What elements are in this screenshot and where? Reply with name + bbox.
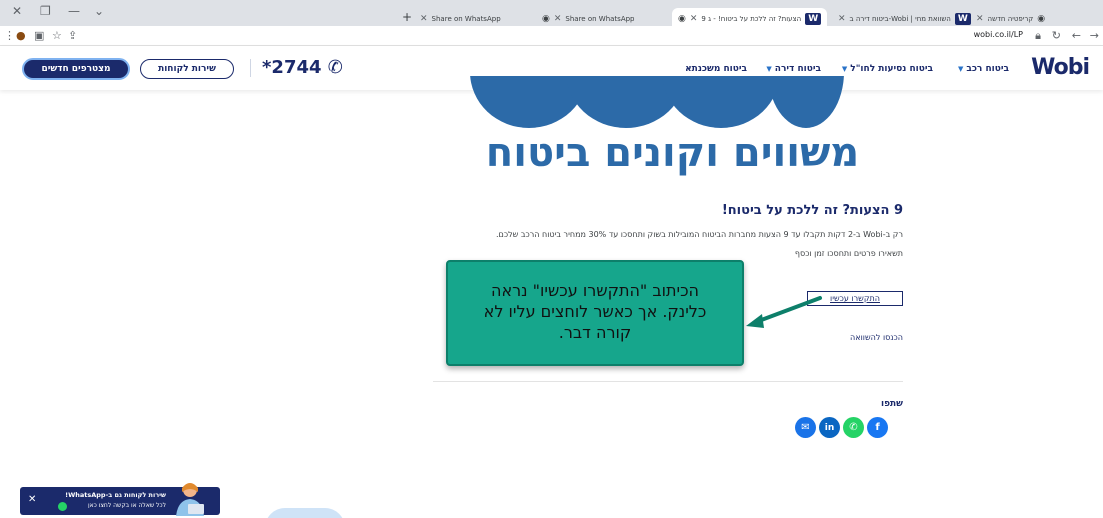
audio-icon: ◉ [678, 14, 686, 24]
close-icon[interactable]: ✕ [28, 494, 36, 505]
annotation-callout: הכיתוב "התקשרו עכשיו" נראה כלינק. אך כאש… [446, 260, 744, 366]
avatar[interactable]: ● [16, 29, 26, 42]
tab-close-icon[interactable]: ✕ [420, 14, 428, 24]
chevron-down-icon: ▼ [957, 65, 964, 73]
menu-dots-icon[interactable]: ⋮ [4, 29, 15, 42]
phone-icon: ✆ [327, 57, 343, 78]
whatsapp-icon [58, 502, 67, 511]
share-icon[interactable]: ⇪ [68, 29, 77, 42]
article-subtext: תשאירו פרטים ותחסכו זמן וכסף [794, 249, 903, 258]
chevron-down-icon[interactable]: ⌄ [94, 4, 104, 18]
url-field[interactable]: wobi.co.il/LP [974, 30, 1023, 39]
close-window-icon[interactable]: ✕ [12, 4, 22, 18]
phone-number[interactable]: *2744 ✆ [262, 57, 343, 78]
page-root: ✕ ❐ — ⌄ + ✕ Share on WhatsApp ◉ ✕ Share … [0, 0, 1103, 518]
address-bar: ⋮ ● ▣ ☆ ⇪ wobi.co.il/LP 🔒︎ ↻ ← → [0, 26, 1103, 46]
support-agent-icon [176, 483, 204, 516]
header-divider [250, 59, 251, 77]
tab-close-icon[interactable]: ✕ [554, 14, 562, 24]
nav-car-insurance[interactable]: ▼ ביטוח רכב [958, 64, 1009, 74]
nav-mortgage-insurance[interactable]: ביטוח משכנתא [685, 64, 747, 74]
email-icon[interactable]: ✉ [795, 417, 816, 438]
tab-close-icon[interactable]: ✕ [976, 14, 984, 24]
restore-icon[interactable]: ❐ [40, 4, 51, 18]
tab-close-icon[interactable]: ✕ [690, 14, 698, 24]
star-icon[interactable]: ☆ [52, 29, 62, 42]
new-customers-button[interactable]: מצטרפים חדשים [22, 58, 130, 80]
chevron-down-icon: ▼ [841, 65, 848, 73]
nav-home-insurance[interactable]: ▼ ביטוח דירה [766, 64, 821, 74]
share-label: שתפו [881, 399, 903, 409]
reload-icon[interactable]: ↻ [1052, 29, 1061, 42]
wobi-logo[interactable]: Wobi [1031, 55, 1090, 80]
new-tab-icon[interactable]: + [402, 10, 412, 24]
chevron-down-icon: ▼ [766, 65, 772, 73]
nav-travel-insurance[interactable]: ▼ ביטוח נסיעות לחו"ל [842, 64, 933, 74]
section-divider [433, 381, 903, 382]
back-icon[interactable]: ← [1072, 29, 1081, 42]
article-paragraph: רק ב-Wobi ב-2 דקות תקבלו עד 9 הצעות מחבר… [496, 230, 903, 239]
hero-graphic [470, 76, 870, 128]
extension-icon[interactable]: ▣ [34, 29, 44, 42]
hero-title: משווים וקונים ביטוח [485, 130, 860, 176]
favicon-icon: ◉ [1037, 14, 1046, 24]
whatsapp-icon[interactable]: ✆ [843, 417, 864, 438]
article-title: 9 הצעות? זה ללכת על ביטוח! [721, 203, 903, 218]
linkedin-icon[interactable]: in [819, 417, 840, 438]
minimize-icon[interactable]: — [68, 4, 80, 18]
wobi-favicon-icon: W [805, 13, 822, 25]
forward-icon[interactable]: → [1090, 29, 1099, 42]
wobi-favicon-icon: W [954, 13, 971, 25]
lock-icon[interactable]: 🔒︎ [1035, 29, 1041, 43]
social-share-buttons: ✉ in ✆ f [795, 417, 888, 438]
compare-link[interactable]: הכנסו להשוואה [850, 333, 903, 342]
decorative-shape [265, 508, 345, 518]
customer-service-button[interactable]: שירות לקוחות [140, 59, 234, 79]
article-section: 9 הצעות? זה ללכת על ביטוח! רק ב-Wobi ב-2… [433, 203, 903, 409]
annotation-arrow [746, 296, 822, 328]
globe-icon: ◉ [542, 14, 550, 24]
facebook-icon[interactable]: f [867, 417, 888, 438]
tab-close-icon[interactable]: ✕ [838, 14, 846, 24]
